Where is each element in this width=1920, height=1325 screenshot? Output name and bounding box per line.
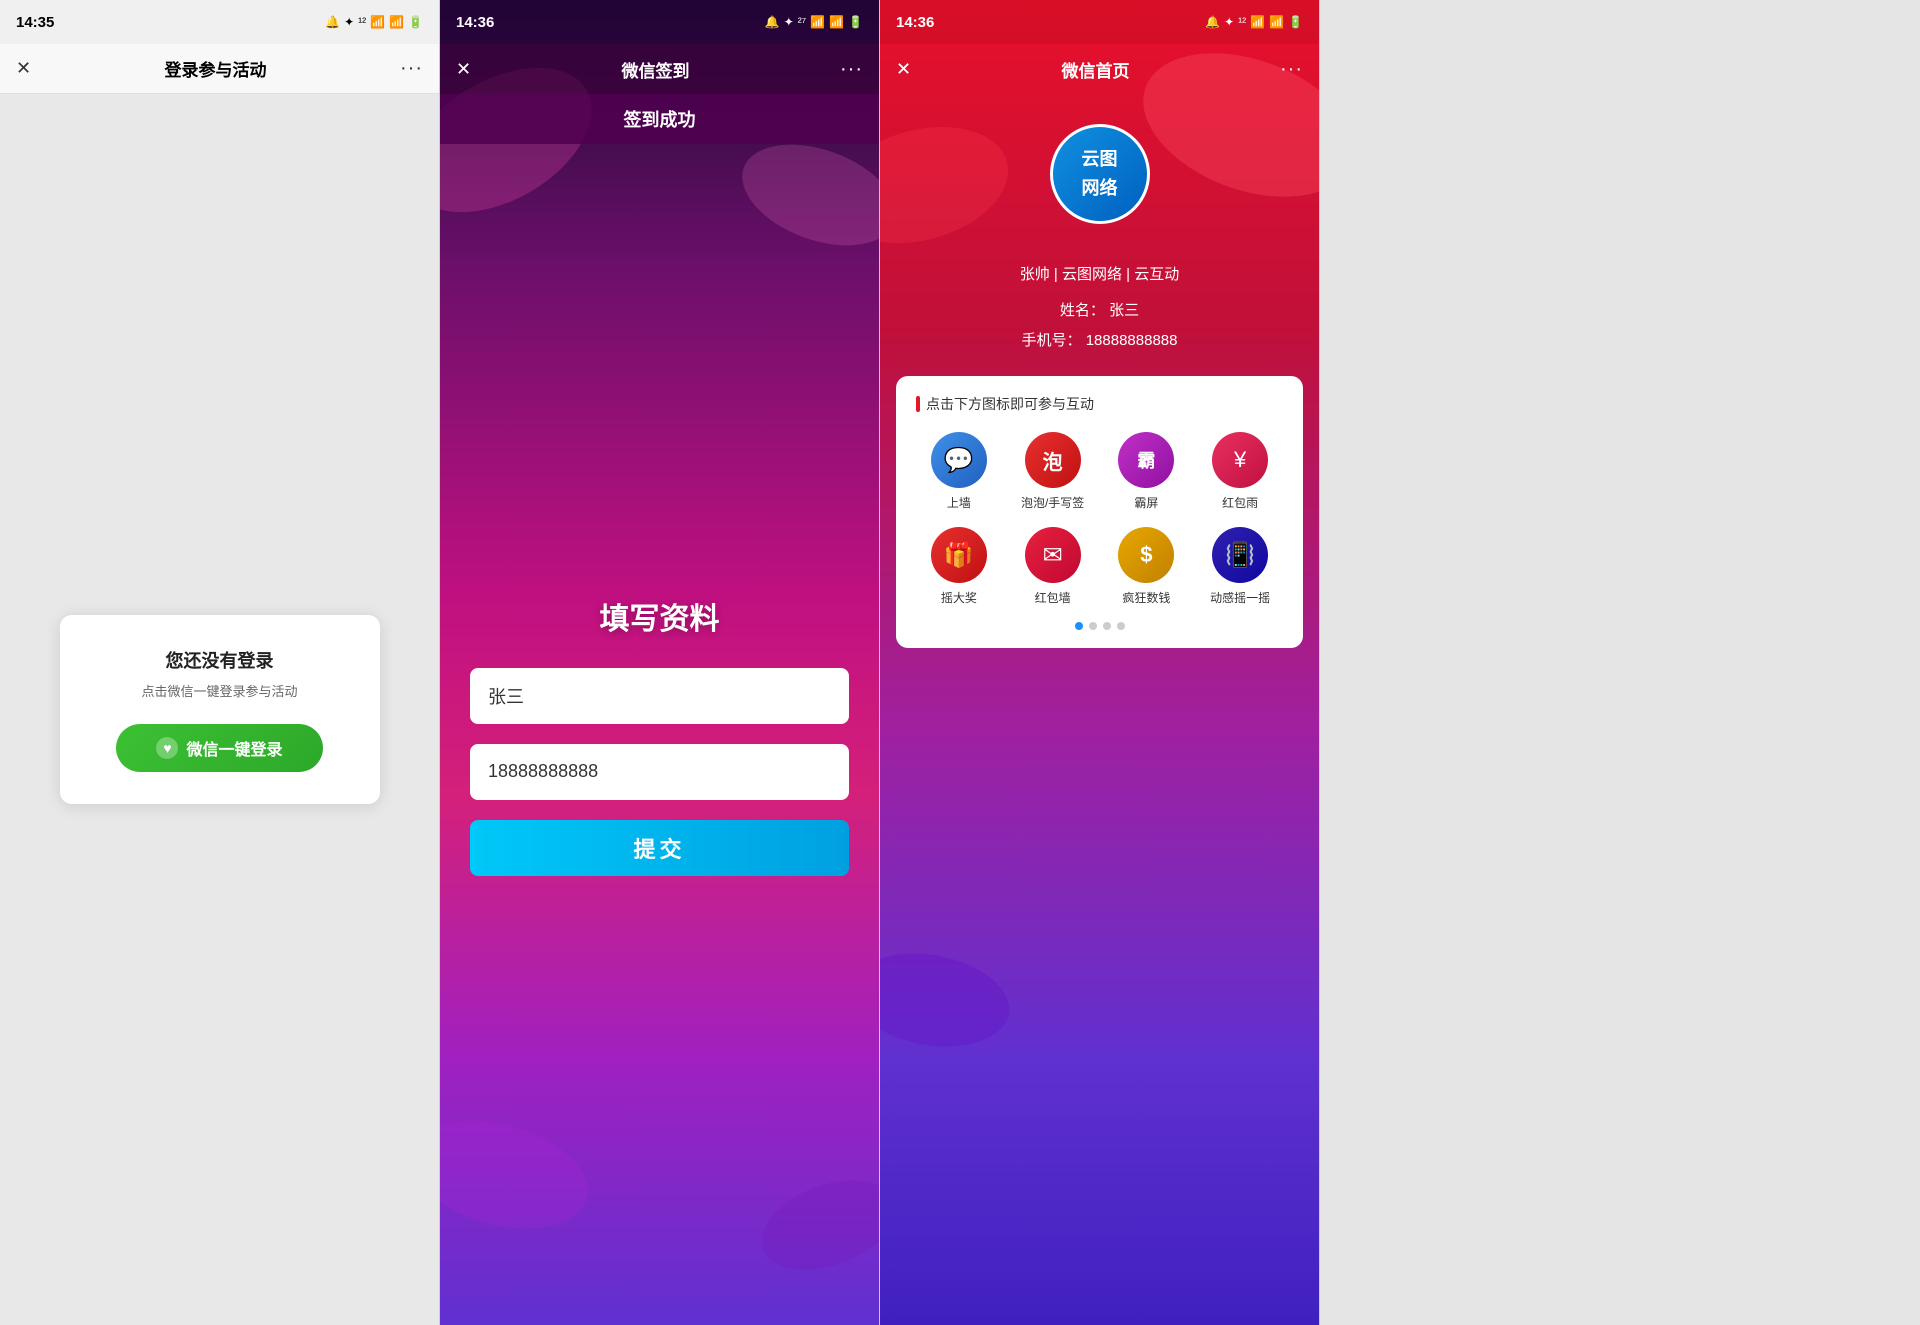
hongbaoqiang-label: 红包墙 [1035, 589, 1071, 606]
dongan-icon: 📳 [1212, 527, 1268, 583]
menu-icon-3[interactable]: ··· [1280, 58, 1303, 81]
user-phone-label: 手机号： [1022, 332, 1082, 349]
status-time-2: 14:36 [456, 14, 494, 31]
login-card: 您还没有登录 点击微信一键登录参与活动 ♥ 微信一键登录 [60, 615, 380, 804]
icon-item-yaodajiang[interactable]: 🎁 摇大奖 [916, 527, 1002, 606]
login-subtitle: 点击微信一键登录参与活动 [100, 681, 340, 700]
phone-1: 14:35 🔔 ✦ ¹² 📶 📶 🔋 ✕ 登录参与活动 ··· 您还没有登录 点… [0, 0, 440, 1325]
paopao-label: 泡泡/手写签 [1021, 494, 1084, 511]
status-icons-2: 🔔 ✦ ²⁷ 📶 📶 🔋 [765, 15, 863, 29]
status-bar-1: 14:35 🔔 ✦ ¹² 📶 📶 🔋 [0, 0, 439, 44]
user-info: 张帅 | 云图网络 | 云互动 姓名： 张三 手机号： 18888888888 [1020, 260, 1179, 356]
logo-line1: 云图 [1082, 145, 1118, 174]
phone3-content: 14:36 🔔 ✦ ¹² 📶 📶 🔋 ✕ 微信首页 ··· 云图 网络 [880, 0, 1319, 1325]
hongbaoqiang-icon: ✉ [1025, 527, 1081, 583]
user-name-label: 姓名： [1060, 302, 1105, 319]
dots-indicator [916, 622, 1283, 630]
dot-4 [1117, 622, 1125, 630]
paopao-icon: 泡 [1025, 432, 1081, 488]
logo-line2: 网络 [1082, 174, 1118, 203]
wechat-login-button[interactable]: ♥ 微信一键登录 [116, 724, 322, 772]
dot-2 [1089, 622, 1097, 630]
menu-icon-1[interactable]: ··· [400, 57, 423, 80]
icons-grid: 💬 上墙 泡 泡泡/手写签 霸 霸屏 ¥ 红包雨 🎁 [916, 432, 1283, 606]
status-time-1: 14:35 [16, 14, 54, 31]
form-title: 填写资料 [600, 594, 720, 638]
dot-1 [1075, 622, 1083, 630]
icon-item-baping[interactable]: 霸 霸屏 [1104, 432, 1190, 511]
close-icon-3[interactable]: ✕ [896, 59, 911, 80]
nav-bar-2: ✕ 微信签到 ··· [440, 44, 879, 94]
login-title: 您还没有登录 [100, 647, 340, 673]
status-time-3: 14:36 [896, 14, 934, 31]
logo-text: 云图 网络 [1082, 145, 1118, 203]
hongbaoyu-icon: ¥ [1212, 432, 1268, 488]
yaodajiang-label: 摇大奖 [941, 589, 977, 606]
shangqiang-label: 上墙 [947, 494, 971, 511]
nav-title-3: 微信首页 [1062, 57, 1130, 82]
hongbaoyu-label: 红包雨 [1222, 494, 1258, 511]
baping-icon: 霸 [1118, 432, 1174, 488]
shujian-icon: $ [1118, 527, 1174, 583]
phone-input[interactable] [470, 744, 849, 800]
nav-title-2: 微信签到 [622, 57, 690, 82]
phone-3: 14:36 🔔 ✦ ¹² 📶 📶 🔋 ✕ 微信首页 ··· 云图 网络 [880, 0, 1320, 1325]
dot-3 [1103, 622, 1111, 630]
card-header: 点击下方图标即可参与互动 [916, 394, 1283, 414]
menu-icon-2[interactable]: ··· [840, 58, 863, 81]
form-area: 填写资料 提交 [440, 144, 879, 1325]
phone1-content: 您还没有登录 点击微信一键登录参与活动 ♥ 微信一键登录 [0, 94, 439, 1325]
baping-label: 霸屏 [1134, 494, 1158, 511]
activity-card: 点击下方图标即可参与互动 💬 上墙 泡 泡泡/手写签 霸 霸屏 ¥ [896, 376, 1303, 648]
logo-circle: 云图 网络 [1050, 124, 1150, 224]
status-icons-1: 🔔 ✦ ¹² 📶 📶 🔋 [325, 15, 423, 29]
success-banner: 签到成功 [440, 94, 879, 144]
close-icon-1[interactable]: ✕ [16, 58, 31, 79]
user-phone: 18888888888 [1086, 332, 1178, 349]
p3-blob-3 [880, 942, 1017, 1058]
dongan-label: 动感摇一摇 [1210, 589, 1270, 606]
close-icon-2[interactable]: ✕ [456, 59, 471, 80]
wechat-icon: ♥ [156, 737, 178, 759]
card-header-bar [916, 396, 920, 412]
shujian-label: 疯狂数钱 [1122, 589, 1170, 606]
user-title: 张帅 | 云图网络 | 云互动 [1020, 260, 1179, 290]
wechat-btn-label: 微信一键登录 [186, 736, 282, 760]
icon-item-shujian[interactable]: $ 疯狂数钱 [1104, 527, 1190, 606]
submit-button[interactable]: 提交 [470, 820, 849, 876]
status-bar-2: 14:36 🔔 ✦ ²⁷ 📶 📶 🔋 [440, 0, 879, 44]
card-header-text: 点击下方图标即可参与互动 [926, 394, 1094, 414]
shangqiang-icon: 💬 [931, 432, 987, 488]
icon-item-shangqiang[interactable]: 💬 上墙 [916, 432, 1002, 511]
status-icons-3: 🔔 ✦ ¹² 📶 📶 🔋 [1205, 15, 1303, 29]
nav-bar-3: ✕ 微信首页 ··· [880, 44, 1319, 94]
icon-item-paopao[interactable]: 泡 泡泡/手写签 [1010, 432, 1096, 511]
user-phone-row: 手机号： 18888888888 [1020, 326, 1179, 356]
user-name: 张三 [1109, 302, 1139, 319]
icon-item-hongbaoqiang[interactable]: ✉ 红包墙 [1010, 527, 1096, 606]
status-bar-3: 14:36 🔔 ✦ ¹² 📶 📶 🔋 [880, 0, 1319, 44]
icon-item-dongan[interactable]: 📳 动感摇一摇 [1197, 527, 1283, 606]
icon-item-hongbaoyu[interactable]: ¥ 红包雨 [1197, 432, 1283, 511]
nav-title-1: 登录参与活动 [165, 56, 267, 81]
nav-bar-1: ✕ 登录参与活动 ··· [0, 44, 439, 94]
phone3-top: 云图 网络 张帅 | 云图网络 | 云互动 姓名： 张三 手机号： 188888… [880, 94, 1319, 356]
phone-2: 14:36 🔔 ✦ ²⁷ 📶 📶 🔋 ✕ 微信签到 ··· 签到成功 填写资料 … [440, 0, 880, 1325]
yaodajiang-icon: 🎁 [931, 527, 987, 583]
name-input[interactable] [470, 668, 849, 724]
user-name-row: 姓名： 张三 [1020, 296, 1179, 326]
